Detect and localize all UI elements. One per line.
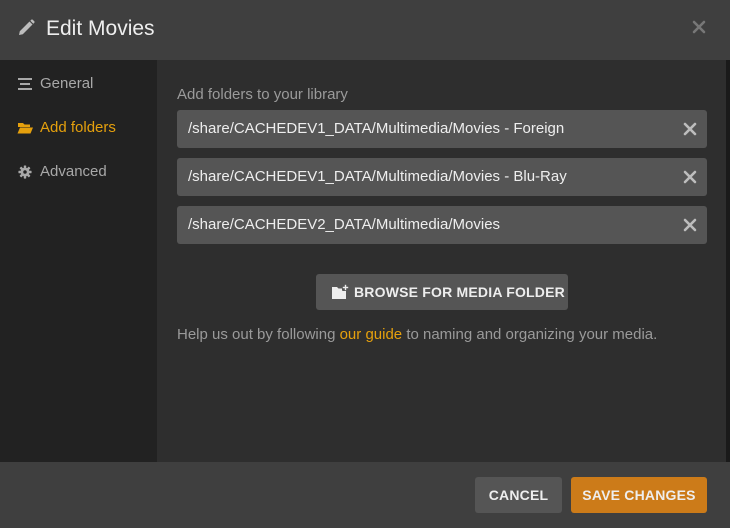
remove-folder-icon[interactable] — [683, 218, 697, 232]
folder-path: /share/CACHEDEV1_DATA/Multimedia/Movies … — [188, 168, 567, 185]
sidebar-item-advanced[interactable]: Advanced — [0, 152, 157, 192]
edit-library-dialog: Edit Movies General Add folders Advanced… — [0, 0, 730, 528]
sidebar-item-add-folders[interactable]: Add folders — [0, 108, 157, 148]
dialog-title: Edit Movies — [46, 17, 155, 40]
folder-row: /share/CACHEDEV2_DATA/Multimedia/Movies — [177, 206, 707, 244]
help-text-after: to naming and organizing your media. — [402, 326, 658, 343]
remove-folder-icon[interactable] — [683, 122, 697, 136]
gear-icon — [18, 165, 32, 179]
dialog-header: Edit Movies — [0, 0, 730, 60]
sidebar-item-label: Add folders — [40, 119, 116, 136]
pencil-icon — [19, 19, 35, 35]
save-changes-button[interactable]: SAVE CHANGES — [571, 477, 707, 513]
help-text-before: Help us out by following — [177, 326, 340, 343]
folder-row: /share/CACHEDEV1_DATA/Multimedia/Movies … — [177, 110, 707, 148]
remove-folder-icon[interactable] — [683, 170, 697, 184]
folder-path: /share/CACHEDEV2_DATA/Multimedia/Movies — [188, 216, 501, 233]
add-folders-panel: Add folders to your library /share/CACHE… — [157, 60, 726, 462]
sidebar-item-label: Advanced — [40, 163, 107, 180]
panel-edge — [726, 60, 730, 462]
dialog-footer: CANCEL SAVE CHANGES — [0, 462, 730, 528]
sidebar-item-general[interactable]: General — [0, 64, 157, 104]
close-icon[interactable] — [690, 18, 708, 36]
guide-link[interactable]: our guide — [340, 326, 403, 343]
sidebar-item-label: General — [40, 75, 94, 92]
settings-sidebar: General Add folders Advanced — [0, 60, 157, 462]
help-text: Help us out by following our guide to na… — [177, 326, 657, 343]
folder-path: /share/CACHEDEV1_DATA/Multimedia/Movies … — [188, 120, 565, 137]
folder-open-icon — [17, 123, 33, 134]
section-label: Add folders to your library — [177, 86, 348, 103]
add-folder-icon — [332, 284, 349, 299]
folder-row: /share/CACHEDEV1_DATA/Multimedia/Movies … — [177, 158, 707, 196]
browse-media-folder-button[interactable]: BROWSE FOR MEDIA FOLDER — [316, 274, 568, 310]
list-icon — [18, 78, 32, 90]
browse-button-label: BROWSE FOR MEDIA FOLDER — [354, 284, 565, 300]
cancel-button[interactable]: CANCEL — [475, 477, 562, 513]
